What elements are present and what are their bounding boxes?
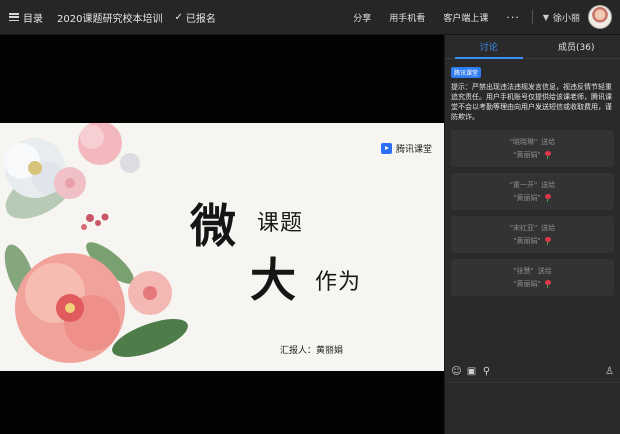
tencent-classroom-logo-icon: [380, 143, 392, 154]
image-icon[interactable]: ▣: [466, 366, 477, 377]
slide-title-word-1: 课题: [257, 211, 304, 236]
tab-discussion[interactable]: 讨论: [445, 35, 533, 59]
system-notice: 腾讯课堂 提示：严禁出现违法违规发言信息，视违反情节轻重追究责任。用户手机账号仅…: [445, 59, 620, 122]
signed-status: ✓ 已报名: [174, 10, 215, 25]
gift-verb: 送给: [541, 181, 556, 189]
notice-badge: 腾讯课堂: [451, 67, 482, 78]
hand-raise-icon[interactable]: ♙: [604, 366, 615, 377]
chevron-down-icon: ▼: [542, 12, 549, 22]
top-bar-left: 目录 2020课题研究校本培训 ✓ 已报名: [0, 0, 216, 34]
signed-label: 已报名: [185, 13, 216, 25]
flower-icon: [544, 237, 552, 245]
client-class-button[interactable]: 客户端上课: [443, 11, 488, 24]
brand-watermark: 腾讯课堂: [380, 142, 432, 155]
slide-title-char-2: 大: [250, 253, 296, 307]
gift-sender: "宋红亚": [509, 224, 538, 232]
slide-reporter: 汇报人：黄丽娟: [280, 346, 344, 356]
gift-sender: "张慧": [513, 267, 534, 275]
catalog-label: 目录: [23, 13, 43, 25]
chat-toolbar: ☺ ▣ ⚲ ♙: [445, 360, 620, 382]
gift-verb: 送给: [537, 267, 552, 275]
gift-message: "宋红亚" 送给 "黄丽娟": [451, 216, 614, 253]
flower-icon: [544, 194, 552, 202]
gift-sender: "重一开": [509, 181, 538, 189]
avatar[interactable]: [588, 5, 612, 29]
notice-text: 提示：严禁出现违法违规发言信息，视违反情节轻重追究责任。用户手机账号仅提供给该课…: [451, 83, 612, 121]
presentation-slide: 微 课题 大 作为 汇报人：黄丽娟: [0, 123, 444, 371]
gift-verb: 送给: [541, 224, 556, 232]
slide-title-char-1: 微: [190, 199, 236, 253]
top-bar: 目录 2020课题研究校本培训 ✓ 已报名 分享 用手机看 客户端上课 ··· …: [0, 0, 620, 35]
flower-icon: [544, 280, 552, 288]
gift-icon[interactable]: ⚲: [481, 366, 492, 377]
user-menu[interactable]: ▼ 徐小丽: [543, 5, 612, 29]
brand-text: 腾讯课堂: [395, 145, 432, 155]
gift-receiver: "黄丽娟": [513, 194, 541, 202]
hamburger-icon: [9, 13, 19, 21]
flower-icon: [544, 151, 552, 159]
gift-verb: 送给: [541, 138, 556, 146]
gift-message-list: "晓晓琳" 送给 "黄丽娟" "重一开" 送给 "黄丽娟" "宋红亚" 送给 "黄丽娟…: [445, 122, 620, 296]
side-panel: 讨论 成员(36) 腾讯课堂 提示：严禁出现违法违规发言信息，视违反情节轻重追究…: [444, 35, 620, 434]
chat-input[interactable]: [445, 382, 620, 434]
panel-tabs: 讨论 成员(36): [445, 35, 620, 59]
course-title: 2020课题研究校本培训: [57, 13, 163, 25]
gift-message: "张慧" 送给 "黄丽娟": [451, 259, 614, 296]
watch-on-phone-button[interactable]: 用手机看: [389, 11, 425, 24]
gift-message: "重一开" 送给 "黄丽娟": [451, 173, 614, 210]
gift-receiver: "黄丽娟": [513, 237, 541, 245]
catalog-button[interactable]: 目录: [9, 10, 43, 25]
gift-receiver: "黄丽娟": [513, 280, 541, 288]
user-name: 徐小丽: [552, 13, 580, 24]
video-area[interactable]: 腾讯课堂 微 课题 大 作为 汇报人：黄丽娟: [0, 35, 444, 434]
slide-title-word-2: 作为: [315, 270, 362, 295]
gift-message: "晓晓琳" 送给 "黄丽娟": [451, 130, 614, 167]
check-icon: ✓: [174, 11, 183, 23]
emoji-icon[interactable]: ☺: [451, 366, 462, 377]
gift-receiver: "黄丽娟": [513, 151, 541, 159]
tab-members[interactable]: 成员(36): [533, 35, 620, 58]
share-button[interactable]: 分享: [353, 11, 371, 24]
more-button[interactable]: ···: [506, 11, 520, 24]
top-bar-right: 分享 用手机看 客户端上课 ··· ▼ 徐小丽: [335, 0, 620, 34]
gift-sender: "晓晓琳": [509, 138, 538, 146]
divider: [531, 10, 533, 24]
